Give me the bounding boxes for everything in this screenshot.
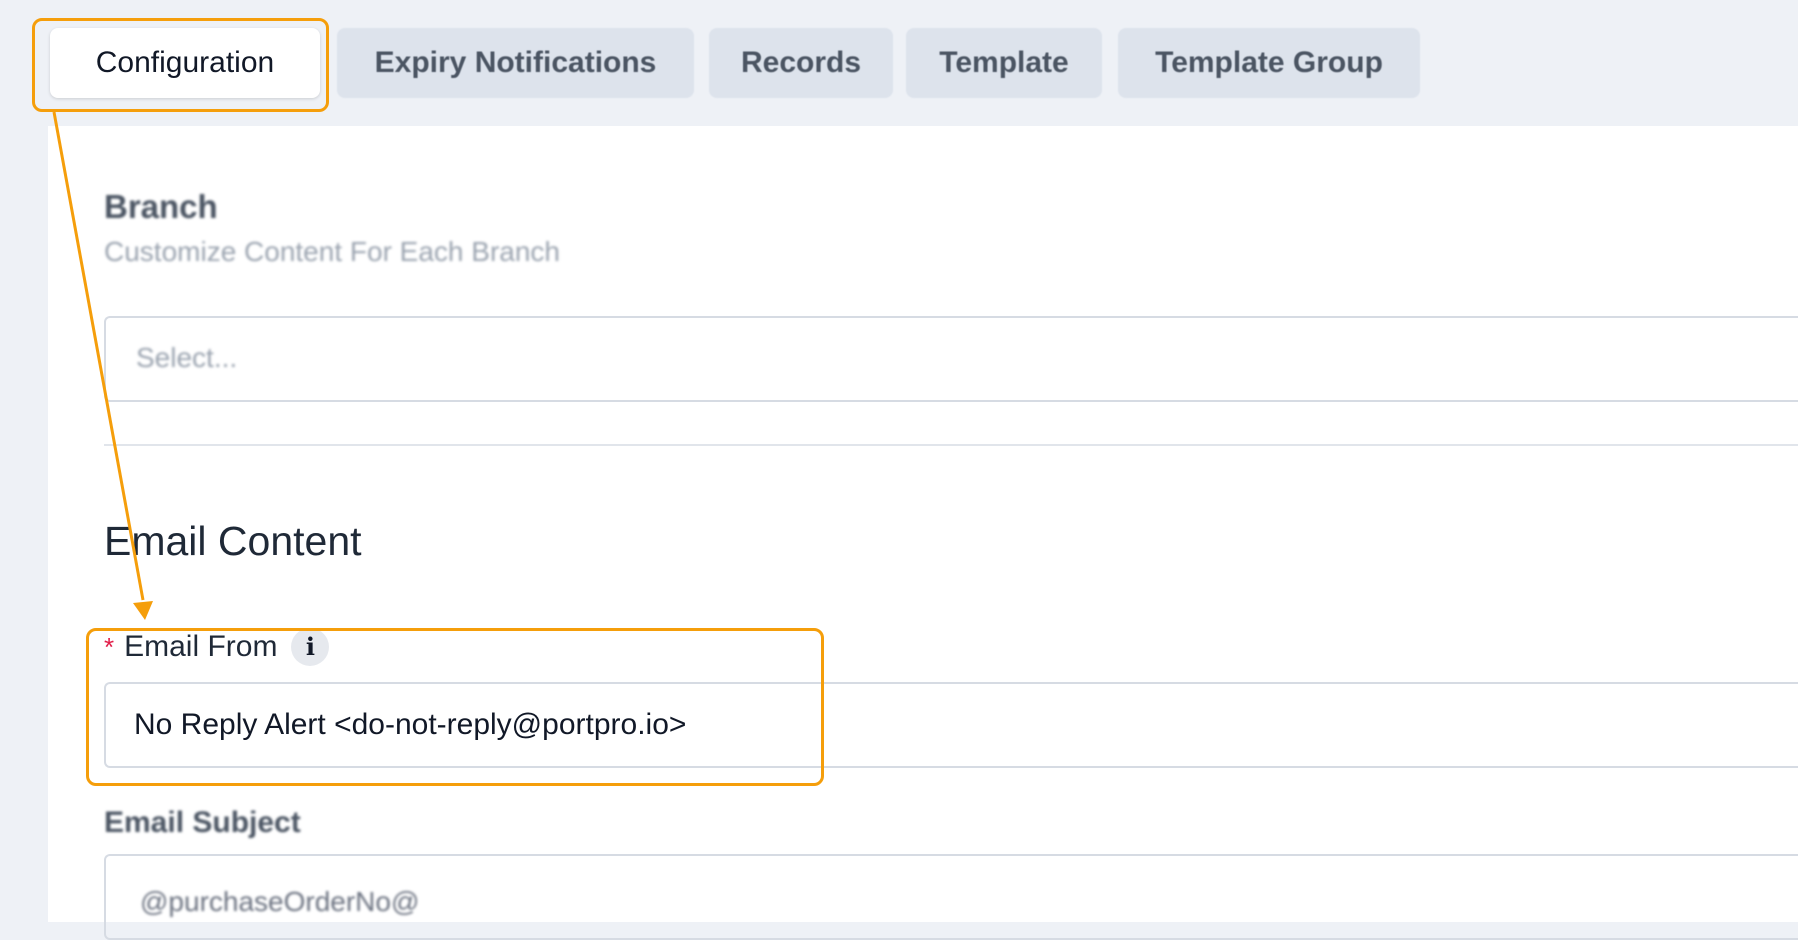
tab-expiry-notifications[interactable]: Expiry Notifications (337, 28, 694, 98)
branch-subtitle: Customize Content For Each Branch (104, 236, 560, 267)
section-divider (104, 444, 1798, 446)
tab-template[interactable]: Template (906, 28, 1102, 98)
tab-records[interactable]: Records (709, 28, 893, 98)
configuration-panel: Branch Customize Content For Each Branch… (48, 126, 1798, 940)
tab-template-group[interactable]: Template Group (1118, 28, 1420, 98)
branch-select-placeholder: Select... (136, 342, 238, 373)
email-from-highlight-box (86, 628, 824, 786)
branch-title: Branch (104, 188, 218, 225)
email-subject-value: @purchaseOrderNo@ (140, 886, 420, 917)
branch-select[interactable]: Select... (104, 316, 1798, 402)
email-subject-field[interactable]: @purchaseOrderNo@ (104, 854, 1798, 940)
email-content-title: Email Content (104, 518, 362, 564)
tab-highlight-box (32, 18, 329, 112)
tab-bar: Configuration Expiry Notifications Recor… (0, 0, 1798, 112)
email-subject-label: Email Subject (104, 806, 301, 839)
